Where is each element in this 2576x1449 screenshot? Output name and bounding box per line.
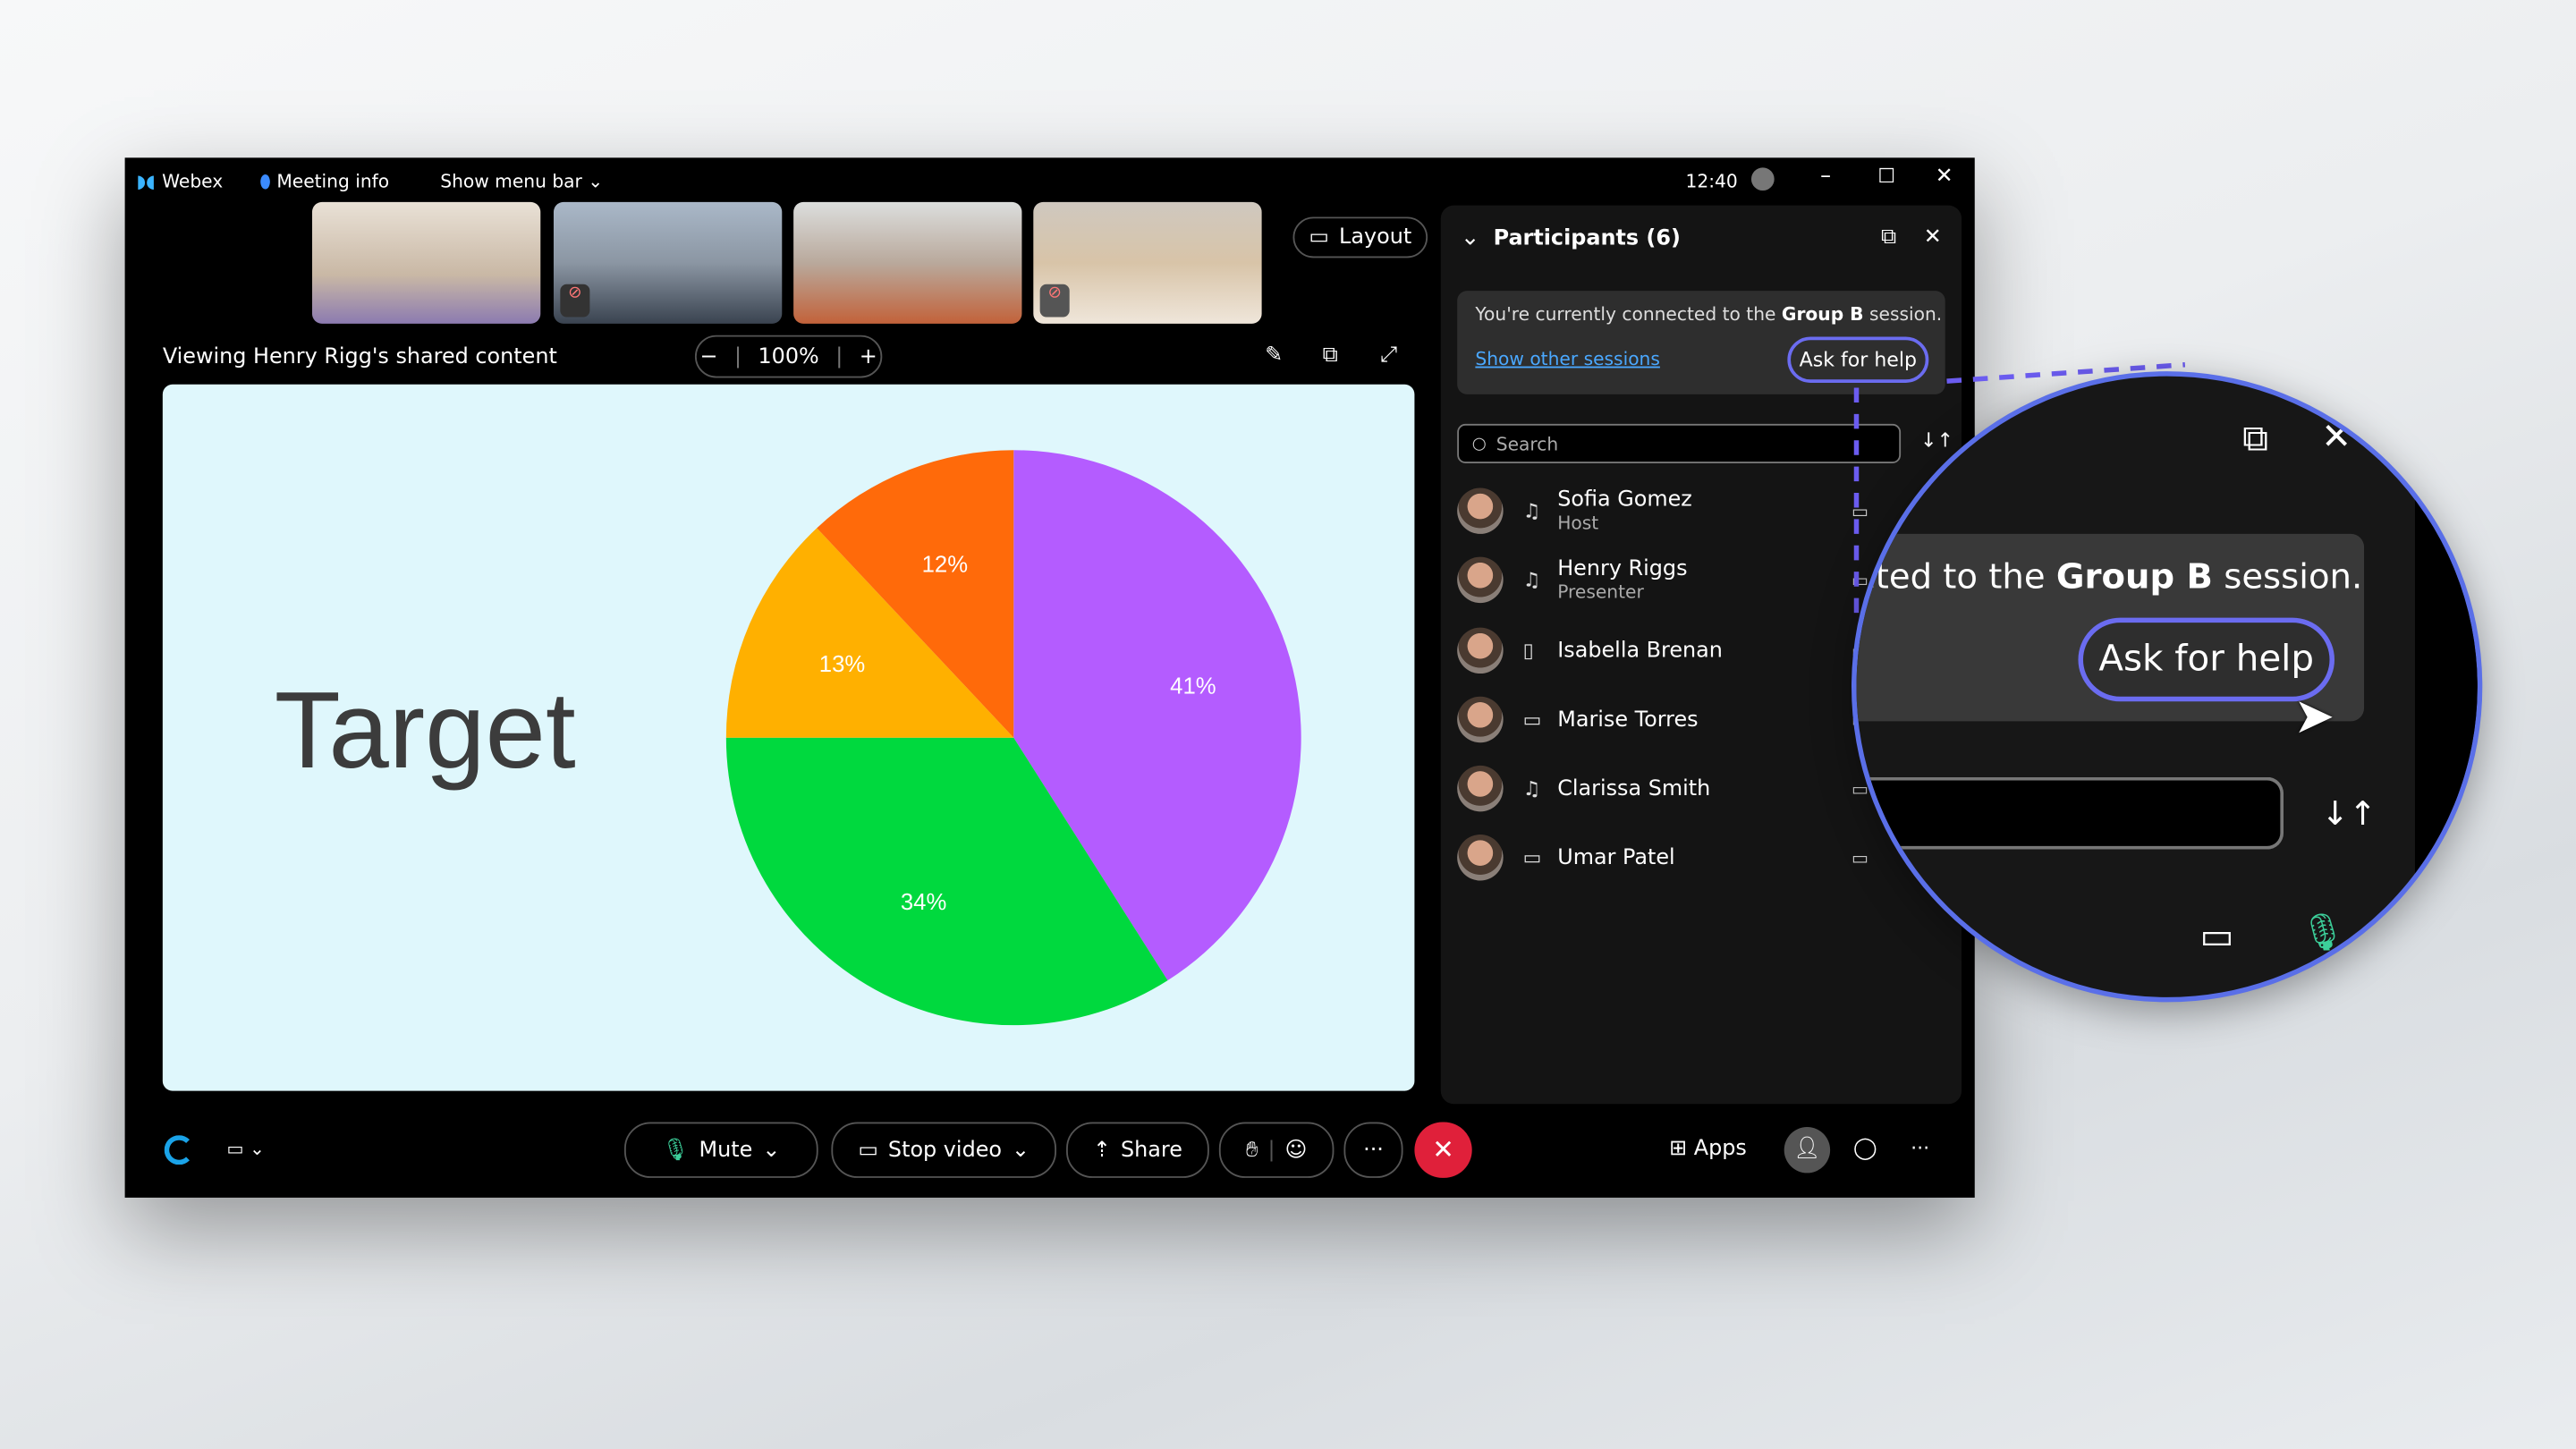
magnifier-edge <box>2414 376 2478 997</box>
pop-out-icon: ⧉ <box>2242 419 2269 461</box>
magnified-session-text: cted to the Group B session. <box>1856 556 2363 597</box>
mouse-cursor-icon: ➤ <box>2293 688 2335 746</box>
camera-icon: ▭ <box>2199 916 2234 958</box>
sort-icon: ↓↑ <box>2321 793 2377 834</box>
magnified-session-card: cted to the Group B session. Ask for hel… <box>1856 533 2365 746</box>
microphone-icon: 🎙︎ <box>2300 913 2346 955</box>
close-icon: ✕ <box>2321 417 2352 459</box>
magnifier-callout: ⧉ ✕ cted to the Group B session. Ask for… <box>1851 371 2483 1003</box>
magnified-search-input <box>1856 776 2284 850</box>
stage: ◗◖ Webex ⬮ Meeting info Show menu bar ⌄ … <box>0 0 2576 1449</box>
